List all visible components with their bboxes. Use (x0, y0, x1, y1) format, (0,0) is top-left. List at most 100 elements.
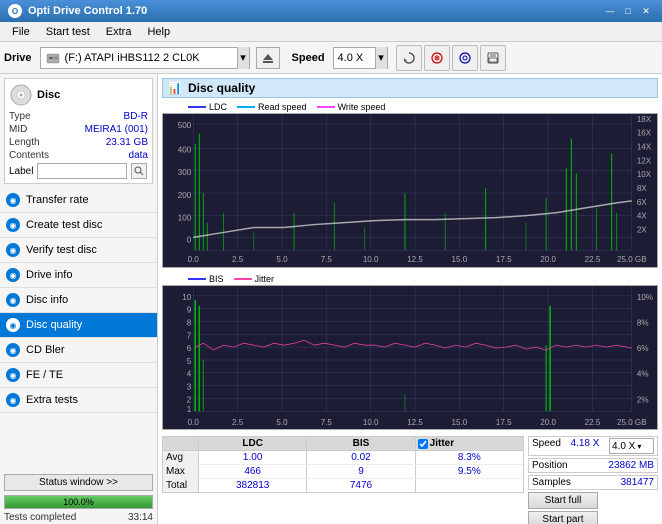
refresh-button[interactable] (396, 45, 422, 71)
title-bar-left: O Opti Drive Control 1.70 (8, 4, 147, 18)
upper-chart: 500 400 300 200 100 0 18X 16X 14X 12X 10… (162, 113, 658, 268)
close-button[interactable]: ✕ (638, 4, 654, 18)
samples-label: Samples (532, 477, 571, 488)
maximize-button[interactable]: □ (620, 4, 636, 18)
menu-start-test[interactable]: Start test (38, 24, 98, 40)
speed-select[interactable]: 4.0 X ▾ (609, 438, 654, 454)
nav-cd-bler-label: CD Bler (26, 344, 65, 356)
nav-disc-info[interactable]: ◉ Disc info (0, 288, 157, 313)
title-bar-controls: — □ ✕ (602, 4, 654, 18)
progress-bar-container: 100.0% (4, 495, 153, 509)
stats-col-bis: BIS (307, 437, 415, 450)
status-bar: Tests completed 33:14 (0, 511, 157, 524)
chart-area: 📊 Disc quality LDC Read speed Write spee… (158, 74, 662, 524)
title-bar: O Opti Drive Control 1.70 — □ ✕ (0, 0, 662, 22)
stats-controls-area: LDC BIS Jitter Avg 1.00 0.02 8.3% (162, 436, 658, 524)
drive-selector[interactable]: (F:) ATAPI iHBS112 2 CL0K ▾ (40, 47, 250, 69)
chart-header: 📊 Disc quality (162, 78, 658, 98)
avg-label: Avg (163, 451, 199, 464)
speed-row: Speed 4.18 X 4.0 X ▾ (528, 436, 658, 456)
extra-tests-icon: ◉ (6, 393, 20, 407)
max-label: Max (163, 465, 199, 478)
svg-text:2.5: 2.5 (232, 255, 244, 264)
total-jitter (416, 479, 523, 492)
upper-chart-svg: 500 400 300 200 100 0 18X 16X 14X 12X 10… (163, 114, 657, 267)
svg-text:18X: 18X (637, 115, 652, 124)
start-full-button[interactable]: Start full (528, 492, 598, 509)
nav-extra-tests[interactable]: ◉ Extra tests (0, 388, 157, 413)
svg-text:100: 100 (178, 214, 192, 223)
disc-quality-icon: ◉ (6, 318, 20, 332)
drive-value: (F:) ATAPI iHBS112 2 CL0K (65, 52, 237, 64)
menu-help[interactable]: Help (139, 24, 178, 40)
nav-disc-quality[interactable]: ◉ Disc quality (0, 313, 157, 338)
lower-chart-svg: 10 9 8 7 6 5 4 3 2 1 10% 8% 6% 4% 2% (163, 286, 657, 429)
svg-text:2.5: 2.5 (232, 418, 244, 427)
legend-bis: BIS (188, 274, 224, 284)
main-content: Disc Type BD-R MID MEIRA1 (001) Length 2… (0, 74, 662, 524)
eject-icon (262, 52, 274, 64)
speed-dropdown[interactable]: ▾ (375, 47, 387, 69)
stats-col-ldc: LDC (199, 437, 307, 450)
svg-text:3: 3 (187, 383, 192, 392)
label-input[interactable] (37, 163, 127, 179)
svg-text:12X: 12X (637, 156, 652, 165)
svg-text:2: 2 (187, 395, 192, 404)
drive-dropdown[interactable]: ▾ (237, 47, 249, 69)
speed-selector[interactable]: 4.0 X ▾ (333, 47, 388, 69)
legend-write-speed: Write speed (317, 102, 386, 112)
legend-ldc: LDC (188, 102, 227, 112)
save-button[interactable] (480, 45, 506, 71)
nav-drive-info[interactable]: ◉ Drive info (0, 263, 157, 288)
type-value: BD-R (124, 111, 148, 122)
nav-items: ◉ Transfer rate ◉ Create test disc ◉ Ver… (0, 188, 157, 470)
nav-verify-test[interactable]: ◉ Verify test disc (0, 238, 157, 263)
verify-test-icon: ◉ (6, 243, 20, 257)
menu-extra[interactable]: Extra (98, 24, 140, 40)
app-icon: O (8, 4, 22, 18)
disc2-button[interactable] (452, 45, 478, 71)
svg-text:5.0: 5.0 (276, 255, 288, 264)
menu-bar: File Start test Extra Help (0, 22, 662, 42)
status-window-button[interactable]: Status window >> (4, 474, 153, 491)
minimize-button[interactable]: — (602, 4, 618, 18)
svg-text:2%: 2% (637, 395, 649, 404)
mid-label: MID (9, 124, 27, 135)
nav-create-test[interactable]: ◉ Create test disc (0, 213, 157, 238)
app-title: Opti Drive Control 1.70 (28, 5, 147, 17)
speed-label: Speed (292, 52, 325, 64)
svg-text:10.0: 10.0 (363, 418, 379, 427)
nav-cd-bler[interactable]: ◉ CD Bler (0, 338, 157, 363)
start-part-button[interactable]: Start part (528, 511, 598, 524)
eject-button[interactable] (256, 47, 280, 69)
svg-text:8X: 8X (637, 184, 648, 193)
nav-transfer-rate[interactable]: ◉ Transfer rate (0, 188, 157, 213)
drive-icon (45, 50, 61, 66)
nav-fe-te[interactable]: ◉ FE / TE (0, 363, 157, 388)
svg-text:7: 7 (187, 331, 192, 340)
speed-dropdown-arrow: ▾ (637, 442, 641, 451)
samples-value: 381477 (621, 477, 654, 488)
svg-text:6: 6 (187, 344, 192, 353)
create-test-icon: ◉ (6, 218, 20, 232)
max-bis: 9 (307, 465, 415, 478)
label-search-button[interactable] (131, 163, 147, 179)
speed-select-value: 4.0 X (612, 441, 635, 452)
svg-text:2X: 2X (637, 226, 648, 235)
jitter-checkbox[interactable] (418, 439, 428, 449)
lower-chart: 10 9 8 7 6 5 4 3 2 1 10% 8% 6% 4% 2% (162, 285, 658, 430)
menu-file[interactable]: File (4, 24, 38, 40)
nav-transfer-rate-label: Transfer rate (26, 194, 89, 206)
nav-create-test-label: Create test disc (26, 219, 102, 231)
speed-info-label: Speed (532, 438, 561, 454)
progress-text: 100.0% (5, 496, 152, 508)
stats-table: LDC BIS Jitter Avg 1.00 0.02 8.3% (162, 436, 524, 493)
disc-icon (430, 51, 444, 65)
svg-text:7.5: 7.5 (321, 255, 333, 264)
svg-text:1: 1 (187, 405, 192, 414)
stats-col-empty (163, 437, 199, 450)
max-ldc: 466 (199, 465, 307, 478)
svg-text:0.0: 0.0 (188, 255, 200, 264)
disc-button[interactable] (424, 45, 450, 71)
svg-text:500: 500 (178, 121, 192, 130)
